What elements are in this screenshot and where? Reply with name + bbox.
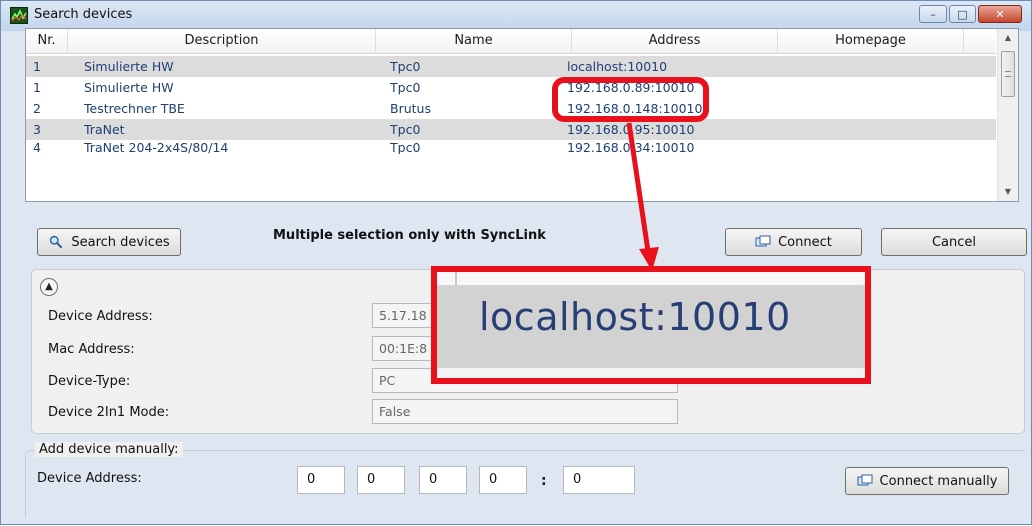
zoom-footer-strip: [437, 368, 865, 378]
search-devices-window: Search devices – □ ✕ Nr. Description Nam…: [0, 0, 1032, 525]
zoom-callout: localhost:10010: [431, 266, 871, 384]
annotation-arrow-icon: [626, 122, 659, 271]
zoom-address-text: localhost:10010: [479, 295, 791, 339]
zoom-divider: [455, 272, 457, 286]
zoom-header-strip: [437, 272, 865, 286]
